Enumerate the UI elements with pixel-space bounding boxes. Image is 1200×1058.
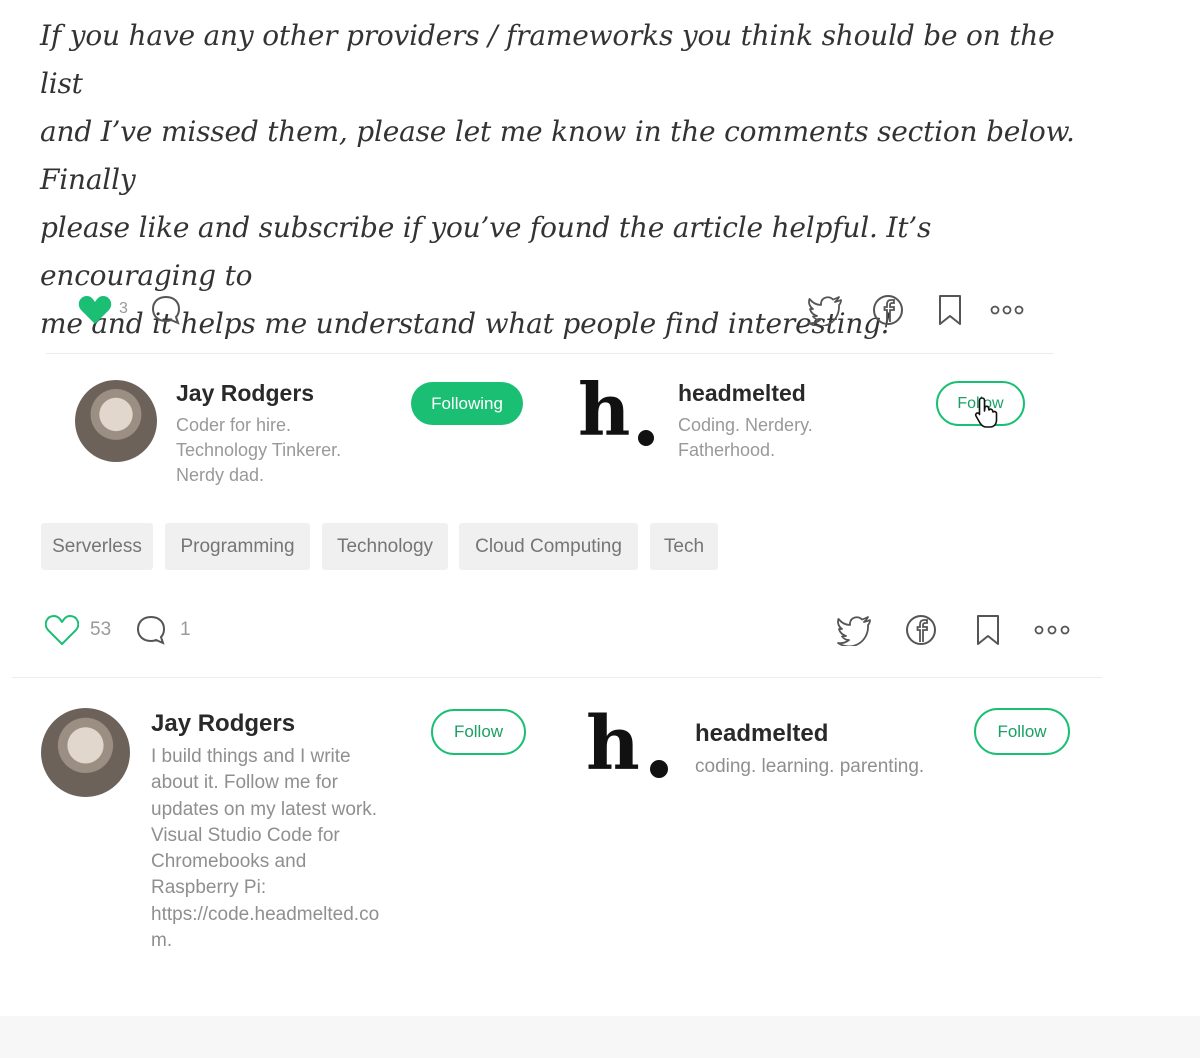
bio-line: updates on my latest work. bbox=[151, 798, 377, 820]
more-icon[interactable] bbox=[990, 304, 1024, 316]
bottom-author-card: Jay Rodgers I build things and I write a… bbox=[0, 690, 560, 970]
comment-icon[interactable] bbox=[135, 614, 167, 646]
bio-line: Fatherhood. bbox=[678, 440, 776, 460]
follow-author-button[interactable]: Follow bbox=[431, 709, 526, 755]
twitter-icon[interactable] bbox=[808, 294, 844, 326]
author-name[interactable]: Jay Rodgers bbox=[176, 380, 314, 407]
top-author-card: Jay Rodgers Coder for hire. Technology T… bbox=[0, 360, 560, 500]
author-bio: I build things and I write about it. Fol… bbox=[151, 744, 379, 954]
tag-technology[interactable]: Technology bbox=[322, 523, 448, 570]
bio-line: Coder for hire. bbox=[176, 415, 292, 435]
author-name[interactable]: Jay Rodgers bbox=[151, 710, 295, 738]
bio-line: Coding. Nerdery. bbox=[678, 415, 813, 435]
tag-serverless[interactable]: Serverless bbox=[41, 523, 153, 570]
publication-name[interactable]: headmelted bbox=[695, 720, 828, 748]
top-publication-card: h headmelted Coding. Nerdery. Fatherhood… bbox=[570, 360, 1040, 500]
facebook-icon[interactable] bbox=[905, 614, 937, 646]
bio-line: Nerdy dad. bbox=[176, 465, 265, 485]
paragraph-line: If you have any other providers / framew… bbox=[40, 19, 1055, 100]
clap-count: 3 bbox=[119, 300, 128, 317]
comment-icon[interactable] bbox=[150, 294, 182, 326]
top-action-bar: 3 bbox=[40, 280, 1080, 340]
bio-line: Visual Studio Code for bbox=[151, 824, 340, 846]
publication-bio: coding. learning. parenting. bbox=[695, 756, 925, 777]
tag-cloud-computing[interactable]: Cloud Computing bbox=[459, 523, 638, 570]
bookmark-icon[interactable] bbox=[975, 614, 1001, 646]
publication-name[interactable]: headmelted bbox=[678, 380, 806, 407]
hand-cursor-icon bbox=[974, 397, 998, 428]
avatar[interactable] bbox=[75, 380, 157, 462]
more-icon[interactable] bbox=[1034, 624, 1070, 636]
following-button[interactable]: Following bbox=[411, 382, 523, 425]
bio-line: m. bbox=[151, 930, 173, 952]
publication-logo[interactable]: h bbox=[586, 704, 676, 790]
bookmark-icon[interactable] bbox=[937, 294, 963, 326]
publication-logo-letter: h bbox=[586, 701, 640, 787]
footer-band bbox=[0, 1016, 1200, 1058]
bottom-divider bbox=[12, 677, 1102, 678]
top-divider bbox=[46, 353, 1054, 354]
tag-programming[interactable]: Programming bbox=[165, 523, 310, 570]
follow-publication-button[interactable]: Follow bbox=[974, 708, 1070, 755]
publication-logo[interactable]: h bbox=[578, 370, 658, 456]
publication-bio: Coding. Nerdery. Fatherhood. bbox=[678, 413, 813, 463]
clap-count: 53 bbox=[90, 619, 112, 640]
bottom-action-bar: 53 1 bbox=[0, 600, 1100, 660]
bio-line: I build things and I write bbox=[151, 746, 351, 767]
bio-line: Raspberry Pi: bbox=[151, 877, 267, 899]
publication-logo-letter: h bbox=[578, 367, 631, 452]
author-bio: Coder for hire. Technology Tinkerer. Ner… bbox=[176, 413, 341, 488]
bio-line: https://code.headmelted.co bbox=[151, 903, 380, 925]
bio-line: Chromebooks and bbox=[151, 851, 307, 873]
tag-tech[interactable]: Tech bbox=[650, 523, 718, 570]
heart-outline-icon[interactable] bbox=[45, 614, 79, 646]
bio-line: about it. Follow me for bbox=[151, 772, 338, 794]
paragraph-line: and I’ve missed them, please let me know… bbox=[40, 115, 1075, 196]
facebook-icon[interactable] bbox=[872, 294, 904, 326]
comment-count: 1 bbox=[180, 619, 191, 640]
avatar[interactable] bbox=[41, 708, 130, 797]
twitter-icon[interactable] bbox=[837, 614, 873, 646]
heart-filled-icon[interactable] bbox=[78, 294, 112, 326]
bio-line: Technology Tinkerer. bbox=[176, 440, 342, 460]
bottom-publication-card: h headmelted coding. learning. parenting… bbox=[580, 690, 1080, 810]
